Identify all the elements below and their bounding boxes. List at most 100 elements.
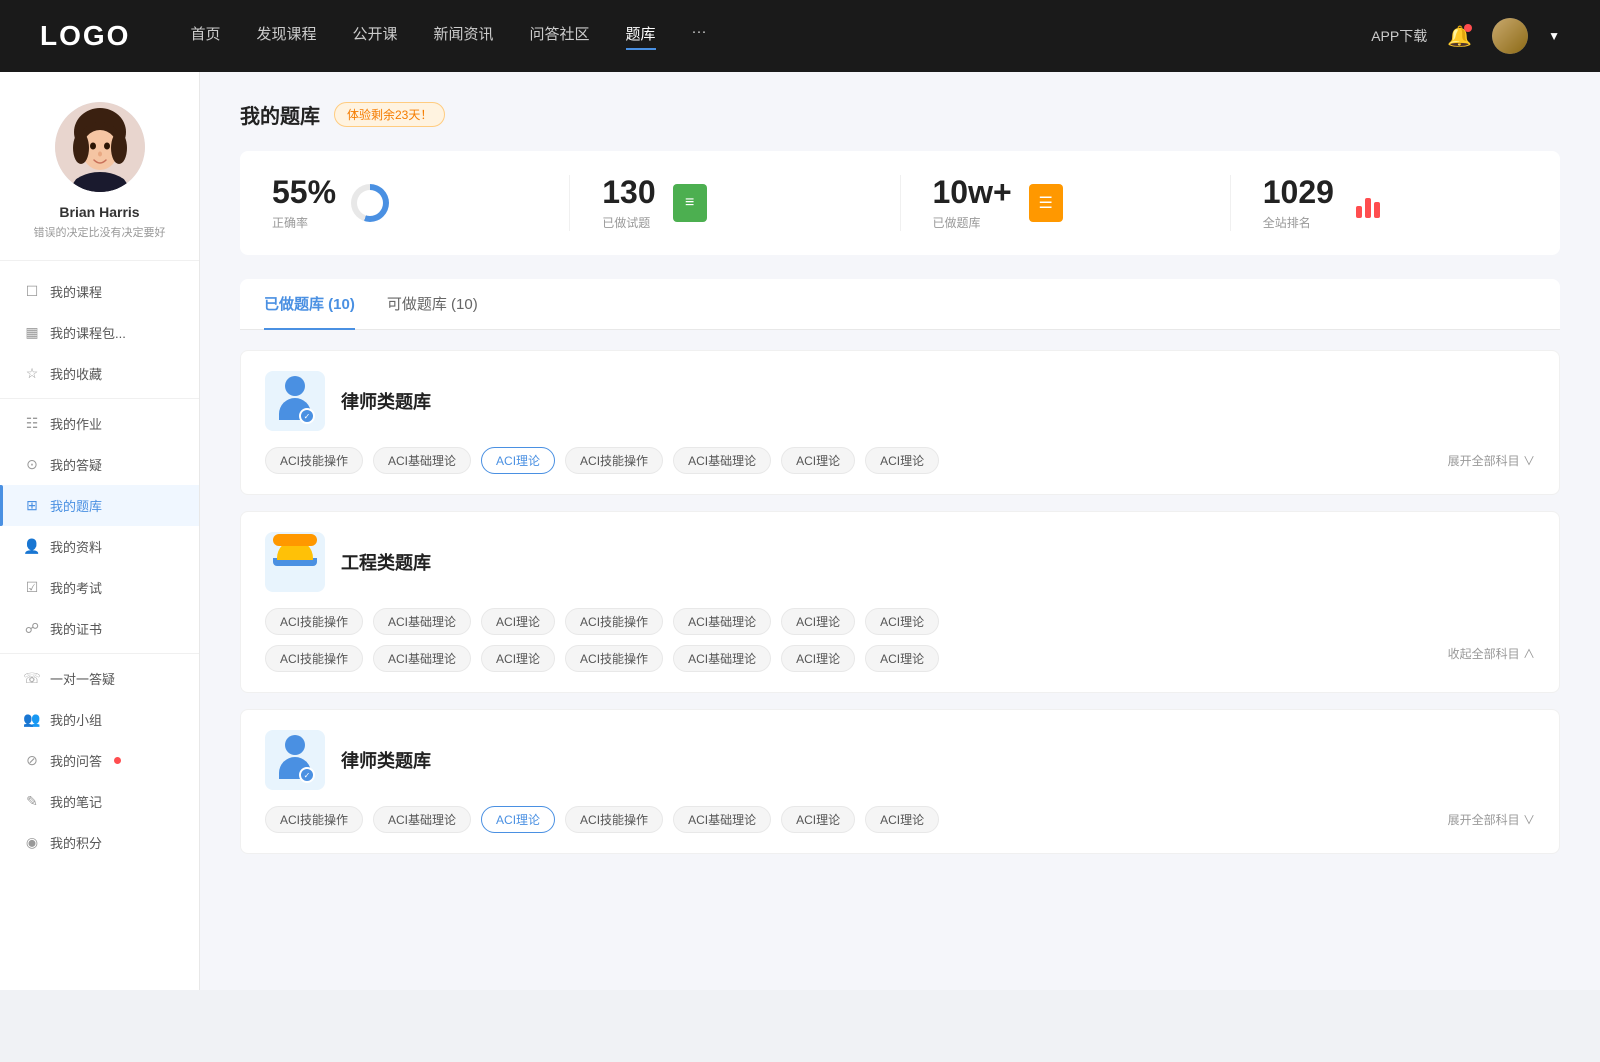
tag-item[interactable]: ACI技能操作 [265,608,363,635]
tag-item[interactable]: ACI理论 [481,645,555,672]
tag-item[interactable]: ACI基础理论 [373,806,471,833]
category-2-tags-row1: ACI技能操作 ACI基础理论 ACI理论 ACI技能操作 ACI基础理论 AC… [265,608,1535,635]
pie-chart [351,184,389,222]
sidebar-item-notes[interactable]: ✎ 我的笔记 [0,781,199,822]
category-2-icon [265,532,325,592]
tag-item[interactable]: ACI理论 [781,447,855,474]
file2-icon: ☑ [24,580,40,596]
avatar-image [1492,18,1528,54]
nav-item-home[interactable]: 首页 [190,23,220,50]
doc-icon: ☷ [24,416,40,432]
helmet-icon [273,540,317,584]
stat-ranking-value: 1029 [1263,175,1334,210]
tag-item[interactable]: ACI技能操作 [265,645,363,672]
tag-item[interactable]: ACI基础理论 [373,447,471,474]
sidebar-item-points[interactable]: ◉ 我的积分 [0,822,199,863]
dropdown-icon[interactable]: ▼ [1548,29,1560,43]
tag-item[interactable]: ACI技能操作 [265,806,363,833]
sidebar-item-question-bank[interactable]: ⊞ 我的题库 [0,485,199,526]
tag-item[interactable]: ACI技能操作 [565,806,663,833]
sidebar-item-my-qa[interactable]: ⊘ 我的问答 [0,740,199,781]
stat-done-banks-text: 10w+ 已做题库 [933,175,1012,231]
stat-done-questions-label: 已做试题 [602,214,655,231]
stat-ranking-text: 1029 全站排名 [1263,175,1334,231]
tag-item[interactable]: ACI技能操作 [265,447,363,474]
sidebar-item-group[interactable]: 👥 我的小组 [0,699,199,740]
tag-item[interactable]: ACI基础理论 [373,608,471,635]
stat-done-questions-value: 130 [602,175,655,210]
tag-item-active[interactable]: ACI理论 [481,447,555,474]
sidebar-item-certificate[interactable]: ☍ 我的证书 [0,608,199,649]
tag-item[interactable]: ACI理论 [865,645,939,672]
stat-done-banks-value: 10w+ [933,175,1012,210]
stat-done-banks-label: 已做题库 [933,214,1012,231]
nav-item-discover[interactable]: 发现课程 [256,23,316,50]
tag-item[interactable]: ACI技能操作 [565,608,663,635]
tag-item[interactable]: ACI理论 [781,608,855,635]
category-1-title: 律师类题库 [341,388,431,414]
expand-link-1[interactable]: 展开全部科目 ∨ [1448,452,1535,469]
sidebar-item-course-package[interactable]: ▦ 我的课程包... [0,312,199,353]
tag-item[interactable]: ACI基础理论 [673,645,771,672]
sidebar-item-answer[interactable]: ⊙ 我的答疑 [0,444,199,485]
bar-icon: ▦ [24,325,40,341]
nav-item-more[interactable]: ··· [692,23,707,50]
page-wrapper: Brian Harris 错误的决定比没有决定要好 ☐ 我的课程 ▦ 我的课程包… [0,72,1600,990]
category-3-header: ✓ 律师类题库 [265,730,1535,790]
category-1-tags: ACI技能操作 ACI基础理论 ACI理论 ACI技能操作 ACI基础理论 AC… [265,447,1535,474]
tag-item[interactable]: ACI理论 [781,806,855,833]
stat-done-questions: 130 已做试题 [570,175,900,231]
tab-done-banks[interactable]: 已做题库 (10) [264,279,355,330]
page-title: 我的题库 [240,100,320,129]
sidebar-item-exam[interactable]: ☑ 我的考试 [0,567,199,608]
expand-link-3[interactable]: 展开全部科目 ∨ [1448,811,1535,828]
sidebar-divider-1 [0,398,199,399]
sidebar-avatar [55,102,145,192]
sidebar-username: Brian Harris [59,204,139,220]
qa-dot [114,757,121,764]
sidebar: Brian Harris 错误的决定比没有决定要好 ☐ 我的课程 ▦ 我的课程包… [0,72,200,990]
notification-bell[interactable]: 🔔 [1447,24,1472,49]
person-badge-icon-1: ✓ [275,376,315,426]
sidebar-item-favorites[interactable]: ☆ 我的收藏 [0,353,199,394]
tag-item[interactable]: ACI理论 [481,608,555,635]
sidebar-item-homework[interactable]: ☷ 我的作业 [0,403,199,444]
chat-icon: ☏ [24,671,40,687]
nav-item-question-bank[interactable]: 题库 [626,23,656,50]
list-orange-shape [1029,184,1063,222]
file-icon: ☐ [24,284,40,300]
stat-done-banks: 10w+ 已做题库 [901,175,1231,231]
user-avatar[interactable] [1492,18,1528,54]
main-content: 我的题库 体验剩余23天！ 55% 正确率 130 已做试题 [200,72,1600,990]
sidebar-profile: Brian Harris 错误的决定比没有决定要好 [0,102,199,261]
doc-green-shape [673,184,707,222]
tag-item[interactable]: ACI理论 [865,608,939,635]
stat-accuracy: 55% 正确率 [240,175,570,231]
tab-available-banks[interactable]: 可做题库 (10) [387,279,478,330]
nav-item-qa[interactable]: 问答社区 [530,23,590,50]
tag-item[interactable]: ACI理论 [865,447,939,474]
navbar-right: APP下载 🔔 ▼ [1371,18,1560,54]
tag-item[interactable]: ACI基础理论 [673,806,771,833]
page-title-row: 我的题库 体验剩余23天！ [240,100,1560,129]
tag-item[interactable]: ACI基础理论 [673,608,771,635]
sidebar-item-one-on-one[interactable]: ☏ 一对一答疑 [0,658,199,699]
stat-accuracy-label: 正确率 [272,214,336,231]
tag-item[interactable]: ACI理论 [781,645,855,672]
points-icon: ◉ [24,835,40,851]
app-download-link[interactable]: APP下载 [1371,26,1427,46]
expand-link-2[interactable]: 收起全部科目 ∧ [1448,645,1535,672]
tag-item[interactable]: ACI基础理论 [673,447,771,474]
tag-item[interactable]: ACI技能操作 [565,447,663,474]
sidebar-item-profile[interactable]: 👤 我的资料 [0,526,199,567]
tag-item[interactable]: ACI基础理论 [373,645,471,672]
doc-green-icon [670,183,710,223]
nav-item-open-course[interactable]: 公开课 [352,23,397,50]
tag-item-active[interactable]: ACI理论 [481,806,555,833]
tag-item[interactable]: ACI理论 [865,806,939,833]
nav-item-news[interactable]: 新闻资讯 [434,23,494,50]
trial-badge: 体验剩余23天！ [334,102,445,127]
sidebar-item-my-course[interactable]: ☐ 我的课程 [0,271,199,312]
stat-accuracy-text: 55% 正确率 [272,175,336,231]
tag-item[interactable]: ACI技能操作 [565,645,663,672]
